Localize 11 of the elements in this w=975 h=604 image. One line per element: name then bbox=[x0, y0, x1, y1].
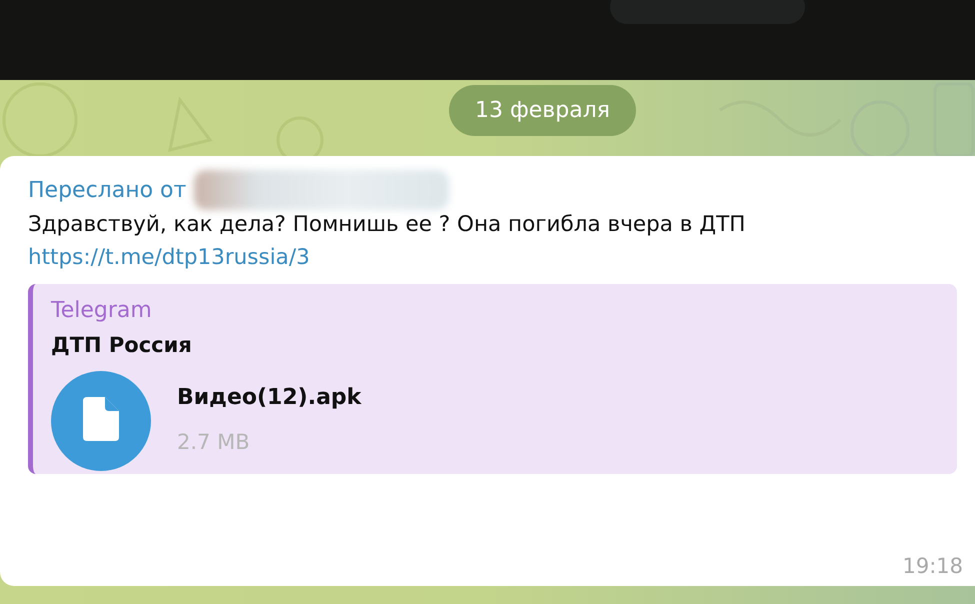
link-preview[interactable]: Telegram ДТП Россия Видео(12).apk 2.7 MB bbox=[28, 284, 957, 474]
file-size: 2.7 MB bbox=[177, 430, 251, 454]
file-name: Видео(12).apk bbox=[177, 385, 362, 410]
message-time: 19:18 bbox=[902, 554, 963, 578]
message-text: Здравствуй, как дела? Помнишь ее ? Она погибла вчера в ДТП bbox=[28, 212, 746, 237]
message-link[interactable]: https://t.me/dtp13russia/3 bbox=[28, 245, 957, 270]
date-badge: 13 февраля bbox=[448, 85, 636, 136]
preview-site: Telegram bbox=[51, 298, 153, 323]
forwarded-label: Переслано от bbox=[28, 178, 186, 202]
document-icon[interactable] bbox=[51, 371, 151, 471]
preview-title: ДТП Россия bbox=[51, 333, 193, 357]
